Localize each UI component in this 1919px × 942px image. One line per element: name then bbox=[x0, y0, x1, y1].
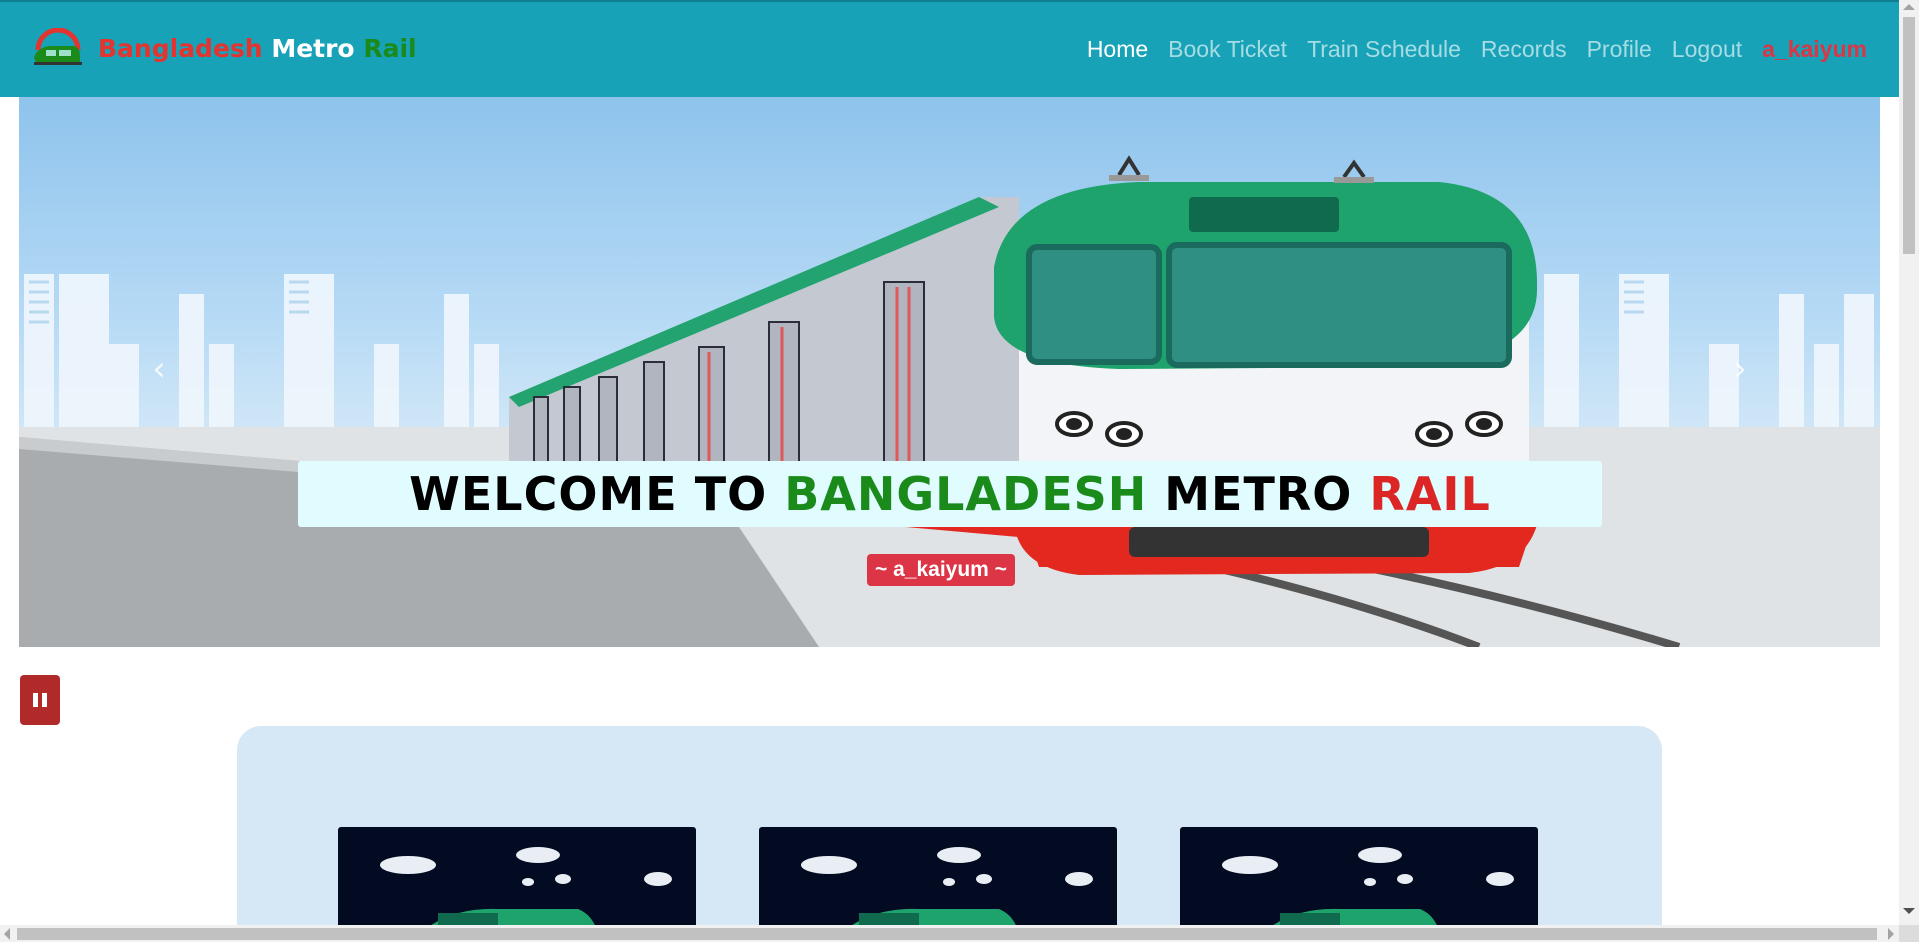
caption-bangladesh: BANGLADESH bbox=[784, 467, 1148, 521]
train-card[interactable] bbox=[338, 827, 696, 925]
nav-home[interactable]: Home bbox=[1087, 36, 1148, 63]
scroll-left-icon[interactable] bbox=[4, 928, 10, 940]
nav-logout[interactable]: Logout bbox=[1672, 36, 1742, 63]
carousel-prev-button[interactable]: ‹ bbox=[139, 349, 179, 389]
scroll-up-icon[interactable] bbox=[1903, 4, 1915, 10]
scrollbar-corner bbox=[1899, 925, 1919, 942]
caption-welcome-to: WELCOME TO bbox=[409, 467, 785, 521]
brand-word-rail: Rail bbox=[363, 33, 417, 63]
train-card[interactable] bbox=[759, 827, 1117, 925]
scroll-down-icon[interactable] bbox=[1903, 908, 1915, 914]
train-card-image bbox=[1222, 847, 1514, 925]
train-card-image bbox=[801, 847, 1093, 925]
caption-rail: RAIL bbox=[1369, 467, 1491, 521]
metro-train-logo-icon bbox=[34, 28, 82, 65]
brand-word-metro: Metro bbox=[271, 33, 355, 63]
carousel-pause-button[interactable] bbox=[20, 675, 60, 725]
carousel-next-button[interactable]: › bbox=[1720, 349, 1760, 389]
user-badge: ~ a_kaiyum ~ bbox=[867, 554, 1015, 586]
scroll-right-icon[interactable] bbox=[1888, 928, 1894, 940]
vertical-scroll-thumb[interactable] bbox=[1903, 17, 1915, 254]
navbar: Bangladesh Metro Rail Home Book Ticket T… bbox=[0, 0, 1899, 97]
chevron-right-icon: › bbox=[1733, 349, 1747, 389]
vertical-scrollbar[interactable] bbox=[1899, 0, 1919, 925]
horizontal-scrollbar[interactable] bbox=[0, 925, 1899, 942]
caption-metro: METRO bbox=[1147, 467, 1370, 521]
nav-profile[interactable]: Profile bbox=[1587, 36, 1652, 63]
cards-panel bbox=[237, 726, 1662, 925]
nav-train-schedule[interactable]: Train Schedule bbox=[1307, 36, 1461, 63]
horizontal-scroll-thumb[interactable] bbox=[17, 928, 1877, 940]
brand-name: Bangladesh Metro Rail bbox=[98, 34, 417, 63]
train-card[interactable] bbox=[1180, 827, 1538, 925]
nav-records[interactable]: Records bbox=[1481, 36, 1567, 63]
train-card-image bbox=[380, 847, 672, 925]
hero-carousel: ‹ › WELCOME TO BANGLADESH METRO RAIL ~ a… bbox=[19, 97, 1880, 647]
chevron-left-icon: ‹ bbox=[152, 349, 166, 389]
hero-caption: WELCOME TO BANGLADESH METRO RAIL bbox=[298, 461, 1602, 527]
main-nav: Home Book Ticket Train Schedule Records … bbox=[1087, 36, 1867, 63]
brand[interactable]: Bangladesh Metro Rail bbox=[32, 28, 417, 68]
brand-word-bangladesh: Bangladesh bbox=[98, 33, 263, 63]
page-viewport: Bangladesh Metro Rail Home Book Ticket T… bbox=[0, 0, 1899, 925]
nav-username[interactable]: a_kaiyum bbox=[1762, 36, 1867, 63]
nav-book-ticket[interactable]: Book Ticket bbox=[1168, 36, 1287, 63]
